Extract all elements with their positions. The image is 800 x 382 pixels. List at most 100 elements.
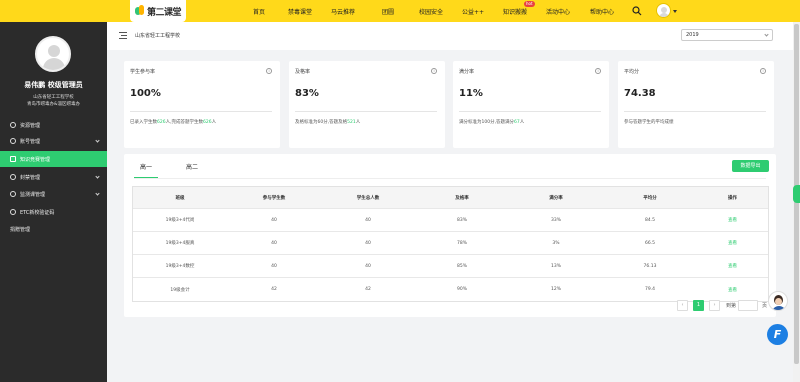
table-cell: 19级3+4数控 — [165, 264, 195, 269]
table-cell: 85% — [456, 263, 467, 269]
table-header-cell: 平均分 — [643, 195, 657, 201]
user-name: 易伟鹏 校级管理员 — [24, 81, 83, 89]
user-org-line1: 山东省轻工工程学校 — [33, 95, 74, 100]
table-cell: 42 — [271, 287, 277, 292]
stat-desc: 参与答题学生的平均成绩 — [624, 120, 674, 125]
feedback-icon[interactable]: F — [767, 324, 788, 345]
table-cell: 90% — [456, 287, 467, 292]
stat-label: 学生参与率 — [130, 69, 156, 75]
nav-item-charity[interactable]: 公益++ — [462, 7, 484, 16]
logo-text: 第二课堂 — [146, 7, 182, 18]
customer-service-avatar[interactable] — [768, 291, 788, 311]
sidebar-item-ban[interactable]: 封禁管理 — [0, 169, 107, 185]
sidebar-item-label: 封禁管理 — [20, 174, 41, 181]
table-cell: 66.5 — [644, 240, 656, 246]
class-stats-panel: 高一 高二 数据导出 班级 参与学生数 学生总人数 及格率 满分率 平均分 操作… — [124, 154, 776, 317]
tab-grade-1[interactable]: 高一 — [140, 162, 152, 171]
stat-card-full-score-rate: 满分率 i 11% 满分标准为100分,答题满分67人 — [453, 61, 609, 148]
chevron-down-icon — [95, 138, 100, 143]
nav-item-activity-center[interactable]: 活动中心 — [546, 7, 570, 16]
goto-suffix: 页 — [762, 303, 768, 309]
stat-desc: 已录入学生数626人,完成答题学生数626人 — [130, 120, 217, 125]
table-cell: 13% — [550, 263, 561, 269]
next-page-button[interactable]: › — [709, 300, 720, 311]
page-button-current[interactable]: 1 — [693, 300, 704, 311]
view-link[interactable]: 查看 — [697, 209, 768, 231]
view-link[interactable]: 查看 — [697, 278, 768, 301]
chevron-down-icon — [95, 174, 100, 179]
account-icon — [10, 138, 16, 144]
nav-item-drug-class[interactable]: 禁毒课堂 — [288, 7, 312, 16]
class-stats-table: 班级 参与学生数 学生总人数 及格率 满分率 平均分 操作 19级3+4代尚 4… — [132, 186, 769, 302]
sidebar-item-label: 资源管理 — [20, 122, 41, 129]
divider — [295, 111, 437, 112]
nav-item-knowledge[interactable]: 知识搬搬 — [503, 7, 527, 16]
monitor-icon — [10, 191, 16, 197]
sidebar-item-label: 捐赠管理 — [10, 226, 31, 233]
table-cell: 19级3+4代尚 — [165, 218, 195, 223]
logo-icon — [134, 5, 145, 17]
nav-item-reunion[interactable]: 团圆 — [382, 7, 394, 16]
stat-label: 及格率 — [295, 69, 311, 75]
breadcrumb-bar: 山东省轻工工程学校 2019 — [107, 22, 793, 50]
divider — [624, 111, 766, 112]
top-navbar: 第二课堂 首页 禁毒课堂 马云推荐 团圆 校园安全 公益++ 知识搬搬 hot … — [0, 0, 800, 22]
search-icon[interactable] — [632, 6, 642, 16]
nav-item-recommend[interactable]: 马云推荐 — [331, 7, 355, 16]
stat-card-participation: 学生参与率 i 100% 已录入学生数626人,完成答题学生数626人 — [124, 61, 280, 148]
side-feedback-tab[interactable] — [793, 185, 800, 203]
hot-badge: hot — [524, 1, 535, 7]
table-cell: 40 — [365, 240, 371, 246]
ban-icon — [10, 174, 16, 180]
chevron-down-icon[interactable] — [673, 10, 677, 13]
user-avatar[interactable] — [656, 3, 671, 18]
export-data-button[interactable]: 数据导出 — [732, 160, 769, 172]
view-link[interactable]: 查看 — [697, 255, 768, 277]
nav-item-help-center[interactable]: 帮助中心 — [590, 7, 614, 16]
table-cell: 83% — [456, 217, 467, 223]
table-cell: 42 — [365, 287, 371, 292]
sidebar-item-etc-code[interactable]: ETC新校验证码 — [0, 204, 107, 220]
table-cell: 76.13 — [643, 263, 657, 269]
sidebar-item-quiz[interactable]: 知识竞赛管理 — [0, 151, 107, 167]
sidebar-item-donation[interactable]: 捐赠管理 — [0, 221, 107, 237]
table-cell: 3% — [552, 240, 560, 246]
stat-value: 74.38 — [624, 88, 656, 99]
sidebar-item-accounts[interactable]: 账号管理 — [0, 133, 107, 149]
info-icon[interactable]: i — [431, 68, 437, 74]
menu-toggle-icon[interactable] — [119, 32, 127, 39]
sidebar-item-label: 知识竞赛管理 — [20, 156, 51, 163]
sidebar-avatar — [35, 36, 71, 72]
table-header-cell: 操作 — [728, 195, 737, 201]
info-icon[interactable]: i — [266, 68, 272, 74]
goto-label: 到第 — [726, 303, 737, 309]
stat-value: 100% — [130, 88, 161, 99]
table-header-cell: 学生总人数 — [356, 195, 380, 201]
chevron-down-icon — [764, 32, 769, 37]
sidebar-item-resources[interactable]: 资源管理 — [0, 117, 107, 133]
resource-icon — [10, 122, 16, 128]
table-row: 19级3+4代尚 40 40 83% 33% 84.5 查看 — [133, 209, 768, 232]
nav-item-home[interactable]: 首页 — [253, 7, 265, 16]
year-select[interactable]: 2019 — [681, 29, 773, 41]
table-cell: 40 — [271, 263, 277, 269]
breadcrumb: 山东省轻工工程学校 — [135, 33, 181, 39]
stat-desc: 及格标准为60分,答题及格521人 — [295, 120, 361, 125]
sidebar-item-monitor[interactable]: 监测课管理 — [0, 186, 107, 202]
sidebar-item-label: 账号管理 — [20, 138, 41, 145]
goto-page-input[interactable] — [738, 300, 758, 311]
stat-card-average-score: 平均分 i 74.38 参与答题学生的平均成绩 — [618, 61, 774, 148]
view-link[interactable]: 查看 — [697, 232, 768, 254]
nav-item-campus-safety[interactable]: 校园安全 — [419, 7, 443, 16]
info-icon[interactable]: i — [760, 68, 766, 74]
table-cell: 40 — [271, 240, 277, 246]
site-logo[interactable]: 第二课堂 — [130, 0, 186, 22]
info-icon[interactable]: i — [595, 68, 601, 74]
year-select-value: 2019 — [686, 32, 699, 38]
prev-page-button[interactable]: ‹ — [677, 300, 688, 311]
table-header-cell: 班级 — [175, 195, 185, 201]
tab-grade-2[interactable]: 高二 — [186, 162, 198, 171]
sidebar-item-label: 监测课管理 — [20, 191, 46, 198]
sidebar: 易伟鹏 校级管理员 山东省轻工工程学校 青岛市崂毒办&淄区崂毒办 资源管理 账号… — [0, 22, 107, 382]
table-cell: 84.5 — [644, 217, 656, 223]
